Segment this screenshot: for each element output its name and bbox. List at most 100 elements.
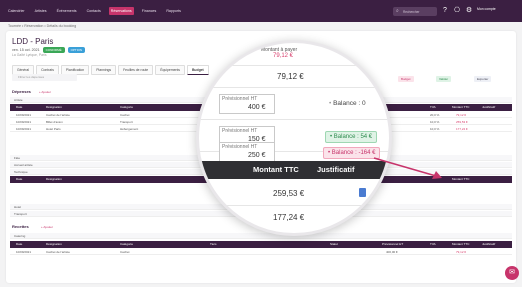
group-label: Fête xyxy=(14,156,21,161)
col-tva: TVA xyxy=(430,242,436,247)
col-justificatif: Justificatif xyxy=(482,242,496,247)
document-icon[interactable] xyxy=(359,188,366,197)
previsionnel-value: 250 € xyxy=(248,152,266,159)
nav-item-evenements[interactable]: Événements xyxy=(55,7,79,15)
search-icon: ⌕ xyxy=(396,8,399,14)
row-montant: 79,12 € xyxy=(456,113,467,118)
budget-button[interactable]: Budget xyxy=(398,76,414,82)
bell-icon[interactable]: ⎔ xyxy=(453,7,461,15)
gear-icon[interactable]: ⚙ xyxy=(465,7,473,15)
col-tva: TVA xyxy=(430,105,436,110)
group-label: Accueil artiste xyxy=(14,163,33,168)
tab-plannings[interactable]: Plannings xyxy=(91,65,117,75)
col-categorie: Catégorie xyxy=(120,242,134,247)
col-tiers: Tiers xyxy=(210,242,217,247)
search-placeholder: Rechercher xyxy=(403,9,420,14)
breadcrumb: Tournée • Réservation • Détails du booki… xyxy=(8,24,77,28)
tab-equipements[interactable]: Équipements xyxy=(155,65,185,75)
zoom-amount: 177,24 € xyxy=(273,213,305,222)
balance-text: Balance : 54 € xyxy=(333,134,373,140)
chat-icon: ✉ xyxy=(509,269,515,276)
balance-badge: • Balance : 0 xyxy=(329,100,366,107)
export-button[interactable]: Exporter xyxy=(474,76,492,82)
zoom-content: Montant à payer 79,12 € 79,12 € Prévisio… xyxy=(199,43,389,233)
section-recettes: Recettes xyxy=(12,224,29,229)
previsionnel-label: Prévisionnel HT xyxy=(222,96,258,102)
row-previsionnel: 400,00 € xyxy=(386,250,398,255)
col-designation: Désignation xyxy=(46,177,62,182)
previsionnel-field[interactable]: Prévisionnel HT 250 € xyxy=(219,142,275,162)
zoom-table-header: Montant TTC Justificatif xyxy=(199,161,389,179)
row-designation: Cachet de l'artiste xyxy=(46,113,70,118)
row-categorie: Hébergement xyxy=(120,127,139,132)
col-date: Date xyxy=(16,105,23,110)
app-screen: Calendrier Artistes Événements Contacts … xyxy=(0,0,522,287)
group-row-catering[interactable]: Catering xyxy=(10,233,512,239)
row-date: 10/09/2021 xyxy=(16,250,32,255)
row-date: 10/09/2021 xyxy=(16,127,32,132)
row-montant: 259,53 € xyxy=(456,120,468,125)
help-icon[interactable]: ? xyxy=(441,7,449,15)
col-montant: Montant TTC xyxy=(452,105,470,110)
nav-item-finances[interactable]: Finances xyxy=(140,7,159,15)
nav-item-artistes[interactable]: Artistes xyxy=(33,7,49,15)
col-montant: Montant TTC xyxy=(452,177,470,182)
row-date: 10/09/2021 xyxy=(16,120,32,125)
zoom-amount-first-top: 79,12 € xyxy=(273,53,294,59)
col-previsionnel: Prévisionnel HT xyxy=(382,242,404,247)
status-badge: OPTION xyxy=(67,47,86,53)
add-recette-button[interactable]: + Ajouter xyxy=(38,224,56,230)
row-categorie: Cachet xyxy=(120,113,130,118)
row-designation: Billet d'avion xyxy=(46,120,63,125)
col-date: Date xyxy=(16,177,23,182)
section-depenses: Dépenses xyxy=(12,89,31,94)
row-tva: 10,0 % xyxy=(430,120,440,125)
row-montant: 79,12 € xyxy=(456,250,467,255)
page-title: LDD - Paris xyxy=(12,37,54,46)
previsionnel-field[interactable]: Prévisionnel HT 400 € xyxy=(219,94,275,114)
venue-subtitle: La Gaîté Lyrique, Paris xyxy=(12,53,47,57)
previsionnel-label: Prévisionnel HT xyxy=(222,128,258,134)
balance-text: Balance : -164 € xyxy=(331,150,376,156)
nav-item-calendrier[interactable]: Calendrier xyxy=(6,7,27,15)
nav-item-rapports[interactable]: Rapports xyxy=(164,7,183,15)
validate-button[interactable]: Valider xyxy=(436,76,452,82)
group-label: Transport xyxy=(14,212,27,217)
row-designation: Cachet de l'artiste xyxy=(46,250,70,255)
row-montant: 177,24 € xyxy=(456,127,468,132)
nav-item-contacts[interactable]: Contacts xyxy=(85,7,103,15)
col-categorie: Catégorie xyxy=(120,105,134,110)
arrow-icon xyxy=(373,157,442,179)
row-designation: Hotel Paris xyxy=(46,127,61,132)
add-depense-button[interactable]: + Ajouter xyxy=(36,89,54,95)
group-label: Artiste xyxy=(14,98,23,103)
group-label: Hotel xyxy=(14,205,22,210)
table-row[interactable]: 10/09/2021 Cachet de l'artiste Cachet 40… xyxy=(10,249,512,255)
filter-input[interactable]: Filtrer les dépenses xyxy=(12,74,77,81)
row-categorie: Cachet xyxy=(120,250,130,255)
group-label: Technique xyxy=(14,170,28,175)
chat-button[interactable]: ✉ xyxy=(505,266,519,280)
previsionnel-value: 400 € xyxy=(248,104,266,111)
nav-item-reservations[interactable]: Réservations xyxy=(108,7,134,15)
row-tva: 20,0 % xyxy=(430,113,440,118)
table-header: Date Désignation Catégorie Tiers Statut … xyxy=(10,241,512,248)
col-designation: Désignation xyxy=(46,105,62,110)
group-label: Catering xyxy=(14,234,26,239)
col-designation: Désignation xyxy=(46,242,62,247)
zoom-amount: 259,53 € xyxy=(273,189,305,198)
tab-feuilles-de-route[interactable]: Feuilles de route xyxy=(118,65,154,75)
booking-date: ven. 15 oct. 2021 xyxy=(12,48,40,52)
balance-badge: • Balance : 54 € xyxy=(325,131,378,143)
divider xyxy=(199,87,389,88)
search-input[interactable]: ⌕ Rechercher xyxy=(393,7,437,16)
user-menu[interactable]: Mon compte xyxy=(477,7,496,11)
col-statut: Statut xyxy=(330,242,338,247)
row-tva: 10,0 % xyxy=(430,127,440,132)
row-date: 10/09/2021 xyxy=(16,113,32,118)
filter-placeholder: Filtrer les dépenses xyxy=(18,75,45,79)
col-justificatif: Justificatif xyxy=(482,105,496,110)
divider xyxy=(199,119,389,120)
zoom-magnifier: Montant à payer 79,12 € 79,12 € Prévisio… xyxy=(196,40,392,236)
zoom-amount-first: 79,12 € xyxy=(277,72,304,81)
